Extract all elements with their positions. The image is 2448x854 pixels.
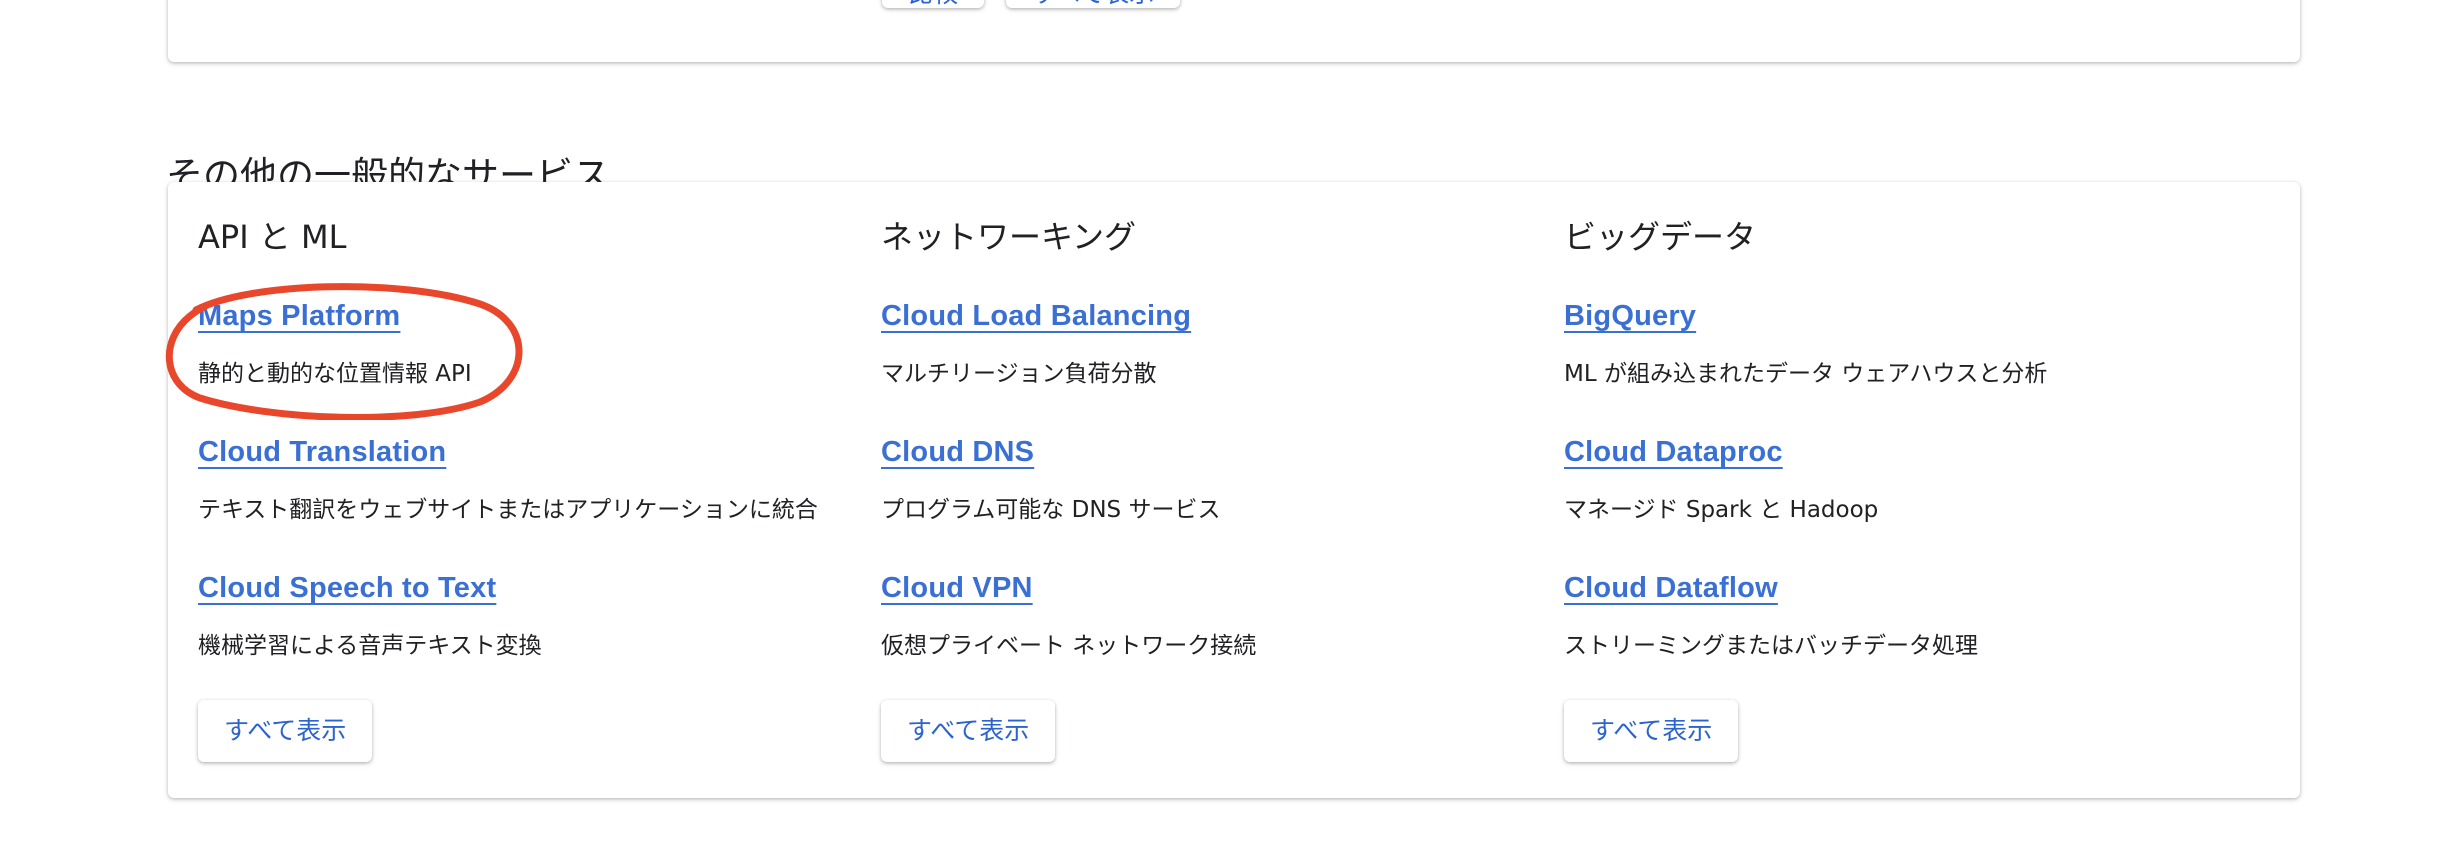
top-view-all-button[interactable]: すべて表示 (1006, 0, 1181, 8)
view-all-button-big-data[interactable]: すべて表示 (1564, 700, 1739, 762)
list-item: Cloud Speech to Text 機械学習による音声テキスト変換 (198, 572, 542, 659)
list-item: Cloud DNS プログラム可能な DNS サービス (881, 436, 1220, 523)
compare-button[interactable]: 比較 (882, 0, 985, 8)
column-big-data: ビッグデータ BigQuery ML が組み込まれたデータ ウェアハウスと分析 … (1564, 182, 2244, 798)
cloud-speech-to-text-link[interactable]: Cloud Speech to Text (198, 572, 496, 605)
item-description: 静的と動的な位置情報 API (198, 361, 472, 387)
column-api-ml: API と ML Maps Platform 静的と動的な位置情報 API Cl… (198, 182, 878, 798)
maps-platform-link[interactable]: Maps Platform (198, 300, 400, 333)
list-item: Cloud Dataproc マネージド Spark と Hadoop (1564, 436, 1878, 523)
cloud-vpn-link[interactable]: Cloud VPN (881, 572, 1033, 605)
column-networking: ネットワーキング Cloud Load Balancing マルチリージョン負荷… (881, 182, 1561, 798)
page: 比較 すべて表示 その他の一般的なサービス API と ML Maps Plat… (0, 0, 2448, 854)
cloud-translation-link[interactable]: Cloud Translation (198, 436, 446, 469)
list-item: Cloud Translation テキスト翻訳をウェブサイトまたはアプリケーシ… (198, 436, 818, 523)
list-item: Cloud VPN 仮想プライベート ネットワーク接続 (881, 572, 1256, 659)
item-description: マネージド Spark と Hadoop (1564, 497, 1879, 523)
column-title: API と ML (198, 218, 347, 256)
cloud-load-balancing-link[interactable]: Cloud Load Balancing (881, 300, 1191, 333)
cloud-dataproc-link[interactable]: Cloud Dataproc (1564, 436, 1783, 469)
item-description: プログラム可能な DNS サービス (881, 497, 1221, 523)
item-description: ML が組み込まれたデータ ウェアハウスと分析 (1564, 361, 2048, 387)
column-title: ネットワーキング (881, 218, 1137, 256)
list-item: BigQuery ML が組み込まれたデータ ウェアハウスと分析 (1564, 300, 2047, 387)
column-title: ビッグデータ (1564, 218, 1757, 256)
item-description: ストリーミングまたはバッチデータ処理 (1564, 633, 1978, 659)
item-description: テキスト翻訳をウェブサイトまたはアプリケーションに統合 (198, 497, 818, 523)
cloud-dataflow-link[interactable]: Cloud Dataflow (1564, 572, 1778, 605)
cloud-dns-link[interactable]: Cloud DNS (881, 436, 1034, 469)
item-description: マルチリージョン負荷分散 (881, 361, 1157, 387)
services-card: API と ML Maps Platform 静的と動的な位置情報 API Cl… (168, 182, 2300, 798)
view-all-button-api-ml[interactable]: すべて表示 (198, 700, 373, 762)
list-item: Cloud Load Balancing マルチリージョン負荷分散 (881, 300, 1191, 387)
top-product-card: 比較 すべて表示 (168, 0, 2300, 62)
bigquery-link[interactable]: BigQuery (1564, 300, 1696, 333)
view-all-button-networking[interactable]: すべて表示 (881, 700, 1056, 762)
item-description: 機械学習による音声テキスト変換 (198, 633, 542, 659)
list-item: Maps Platform 静的と動的な位置情報 API (198, 300, 472, 387)
list-item: Cloud Dataflow ストリーミングまたはバッチデータ処理 (1564, 572, 1978, 659)
item-description: 仮想プライベート ネットワーク接続 (881, 633, 1257, 659)
